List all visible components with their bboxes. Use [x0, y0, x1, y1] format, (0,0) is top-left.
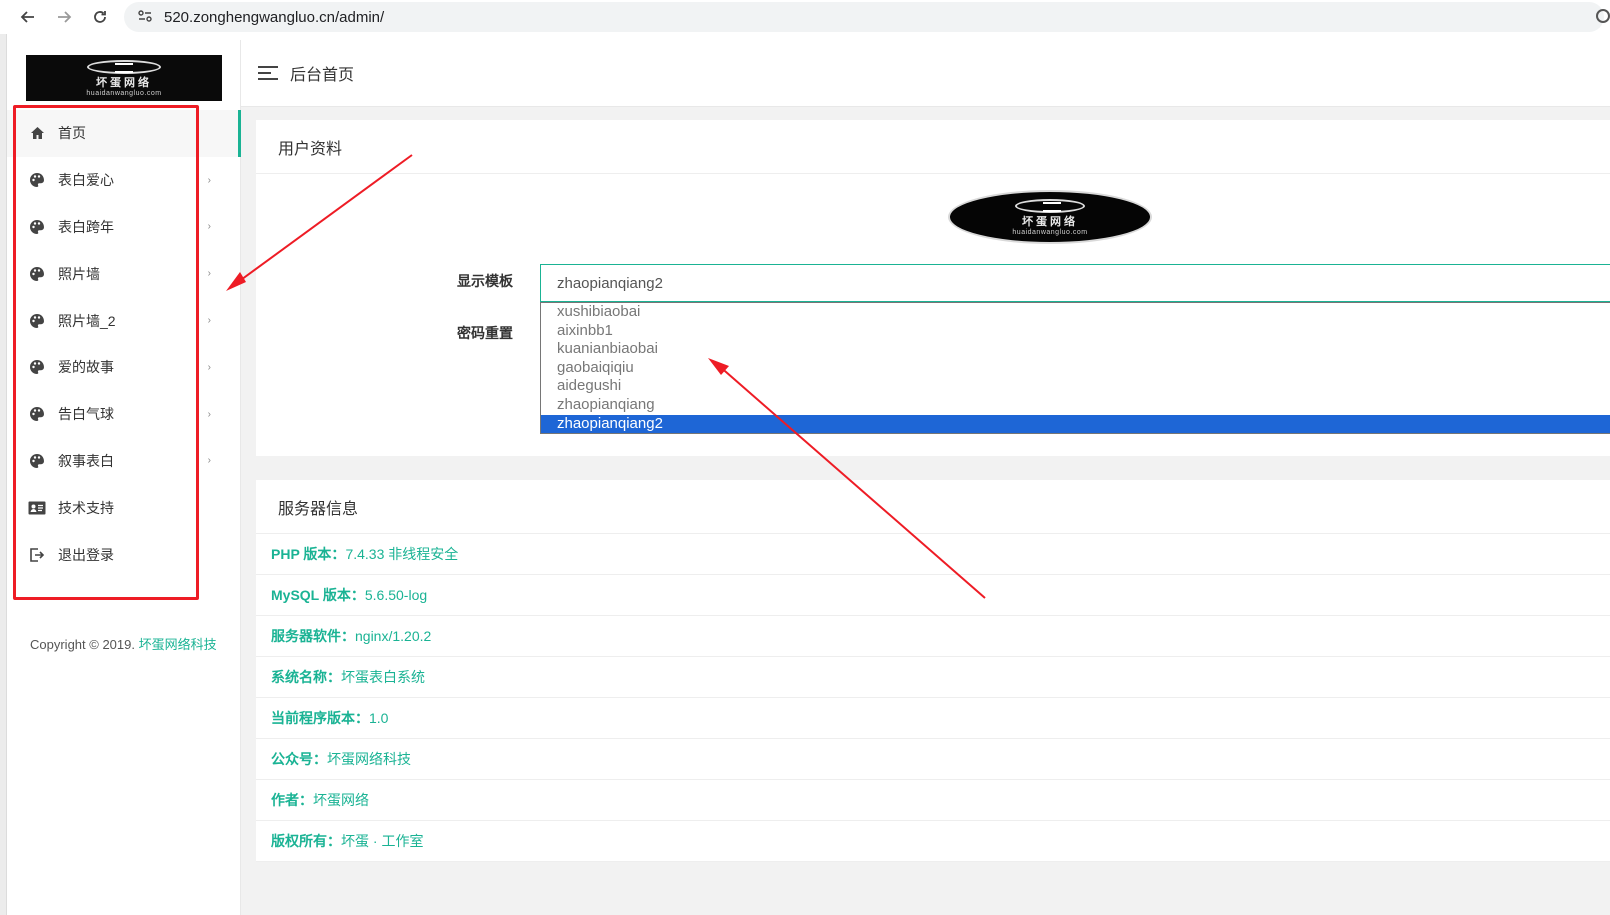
info-value: 坏蛋表白系统	[341, 669, 425, 685]
list-item: 作者： 坏蛋网络	[256, 780, 1610, 821]
server-info-title: 服务器信息	[256, 480, 1610, 534]
arrow-left-icon	[20, 11, 34, 23]
info-label: MySQL 版本：	[271, 587, 365, 603]
copyright-text: Copyright © 2019. 坏蛋网络科技	[30, 633, 220, 656]
profile-card-title: 用户资料	[256, 120, 1610, 174]
server-info-card: 服务器信息 PHP 版本： 7.4.33 非线程安全 MySQL 版本： 5.6.5…	[256, 480, 1610, 862]
dropdown-option[interactable]: zhaopianqiang	[541, 396, 1610, 415]
info-label: PHP 版本：	[271, 546, 346, 562]
dropdown-option[interactable]: aixinbb1	[541, 322, 1610, 341]
copyright-link[interactable]: 坏蛋网络科技	[139, 637, 217, 652]
dropdown-option[interactable]: aidegushi	[541, 377, 1610, 396]
list-item: MySQL 版本： 5.6.50-log	[256, 575, 1610, 616]
logo-emblem	[1015, 198, 1085, 213]
page-title: 后台首页	[290, 67, 355, 84]
logo-chinese-text: 坏蛋网络	[1022, 215, 1078, 228]
menu-toggle-icon[interactable]	[258, 66, 278, 80]
annotation-highlight-box	[13, 105, 199, 600]
template-label: 显示模板	[457, 273, 513, 289]
info-label: 作者：	[271, 792, 313, 808]
chevron-right-icon: ›	[207, 221, 211, 233]
template-dropdown-list: xushibiaobai aixinbb1 kuanianbiaobai gao…	[540, 302, 1610, 435]
list-item: 版权所有： 坏蛋 · 工作室	[256, 821, 1610, 862]
info-label: 服务器软件：	[271, 628, 355, 644]
template-select[interactable]: zhaopianqiang2	[540, 264, 1610, 302]
logo-english-text: huaidanwangluo.com	[86, 89, 162, 97]
url-text[interactable]: 520.zonghengwangluo.cn/admin/	[164, 9, 384, 26]
list-item: PHP 版本： 7.4.33 非线程安全	[256, 534, 1610, 575]
chevron-right-icon: ›	[207, 315, 211, 327]
list-item: 服务器软件： nginx/1.20.2	[256, 616, 1610, 657]
info-value: 5.6.50-log	[364, 587, 428, 603]
avatar: 坏蛋网络 huaidanwangluo.com	[948, 190, 1152, 244]
profile-card: 用户资料 坏蛋网络 huaidanwangluo.com 显示模板 密码重置 z…	[256, 120, 1610, 456]
password-reset-label: 密码重置	[457, 325, 513, 341]
site-logo[interactable]: 坏蛋网络 huaidanwangluo.com	[26, 55, 222, 101]
info-value: 坏蛋网络科技	[327, 751, 411, 767]
site-info-icon[interactable]	[134, 9, 156, 25]
chevron-right-icon: ›	[207, 174, 211, 186]
chevron-right-icon: ›	[207, 455, 211, 467]
info-value: 坏蛋 · 工作室	[341, 833, 424, 849]
chevron-right-icon: ›	[207, 268, 211, 280]
logo-chinese-text: 坏蛋网络	[96, 76, 152, 89]
info-value: nginx/1.20.2	[355, 628, 432, 644]
browser-toolbar: 520.zonghengwangluo.cn/admin/	[0, 0, 1610, 34]
dropdown-option-selected[interactable]: zhaopianqiang2	[541, 414, 1610, 434]
list-item: 当前程序版本： 1.0	[256, 698, 1610, 739]
reload-button[interactable]	[82, 0, 118, 34]
info-label: 版权所有：	[271, 833, 341, 849]
copyright-prefix: Copyright © 2019.	[30, 637, 139, 652]
info-value: 7.4.33 非线程安全	[345, 546, 459, 562]
logo-emblem	[87, 59, 161, 74]
info-value: 1.0	[369, 710, 389, 726]
info-value: 坏蛋网络	[313, 792, 369, 808]
list-item: 公众号： 坏蛋网络科技	[256, 739, 1610, 780]
dropdown-option[interactable]: xushibiaobai	[541, 303, 1610, 322]
back-button[interactable]	[10, 0, 46, 34]
reload-icon	[94, 11, 106, 23]
info-label: 系统名称：	[271, 669, 341, 685]
list-item: 系统名称： 坏蛋表白系统	[256, 657, 1610, 698]
logo-english-text: huaidanwangluo.com	[1012, 228, 1088, 236]
chevron-right-icon: ›	[207, 408, 211, 420]
info-label: 公众号：	[271, 751, 327, 767]
dropdown-option[interactable]: kuanianbiaobai	[541, 340, 1610, 359]
info-label: 当前程序版本：	[271, 710, 369, 726]
main-header: 后台首页	[241, 40, 1610, 107]
extension-icon[interactable]	[1596, 9, 1610, 23]
dropdown-option[interactable]: gaobaiqiqiu	[541, 359, 1610, 378]
forward-button[interactable]	[46, 0, 82, 34]
arrow-right-icon	[58, 11, 72, 23]
window-edge	[0, 34, 7, 915]
address-bar[interactable]: 520.zonghengwangluo.cn/admin/	[124, 2, 1604, 32]
chevron-right-icon: ›	[207, 361, 211, 373]
server-info-list: PHP 版本： 7.4.33 非线程安全 MySQL 版本： 5.6.50-log …	[256, 534, 1610, 862]
